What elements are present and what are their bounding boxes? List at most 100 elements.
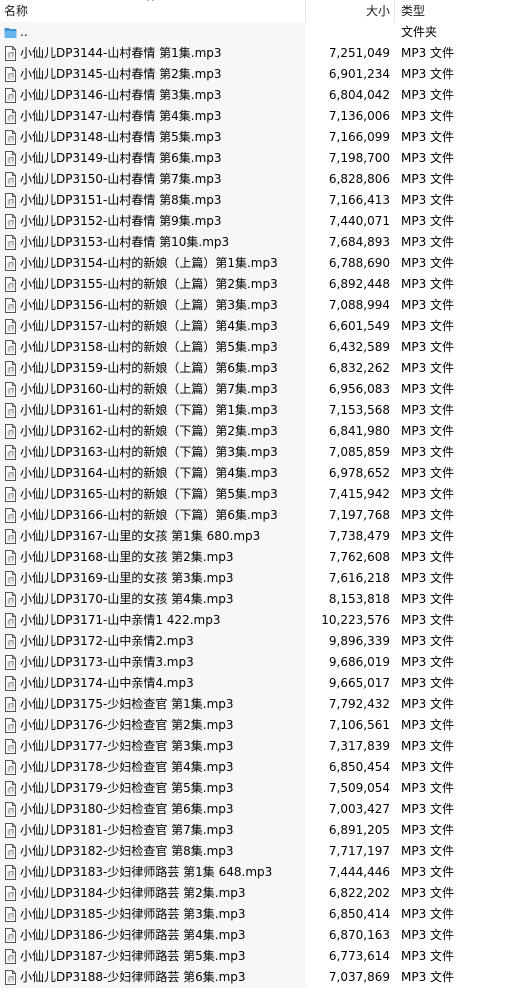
file-name: 小仙儿DP3171-山中亲情1 422.mp3 (20, 613, 221, 627)
mp3-file-icon (5, 613, 16, 628)
file-type: MP3 文件 (401, 256, 455, 270)
file-row[interactable]: 小仙儿DP3147-山村春情 第4集.mp3 7,136,006 MP3 文件 (0, 106, 506, 127)
file-row[interactable]: 小仙儿DP3158-山村的新娘（上篇）第5集.mp3 6,432,589 MP3 文… (0, 337, 506, 358)
file-row[interactable]: 小仙儿DP3165-山村的新娘（下篇）第5集.mp3 7,415,942 MP3 文… (0, 484, 506, 505)
mp3-file-icon (5, 508, 16, 523)
mp3-file-icon (5, 172, 16, 187)
parent-folder-row[interactable]: .. 文件夹 (0, 22, 506, 43)
mp3-file-icon (5, 529, 16, 544)
file-row[interactable]: 小仙儿DP3170-山里的女孩 第4集.mp3 8,153,818 MP3 文件 (0, 589, 506, 610)
file-size: 7,509,054 (328, 781, 390, 795)
file-row[interactable]: 小仙儿DP3172-山中亲情2.mp3 9,896,339 MP3 文件 (0, 631, 506, 652)
file-name: 小仙儿DP3159-山村的新娘（上篇）第6集.mp3 (20, 361, 278, 375)
file-list: .. 文件夹 小仙儿DP3144-山村春情 第1集.mp3 7,251,049 MP… (0, 22, 506, 988)
mp3-file-icon (5, 46, 16, 61)
column-header-size[interactable]: 大小 (306, 0, 394, 22)
name-cell: 小仙儿DP3188-少妇律师路芸 第6集.mp3 (0, 967, 306, 988)
name-cell: 小仙儿DP3169-山里的女孩 第3集.mp3 (0, 568, 306, 589)
file-size: 6,870,163 (328, 928, 390, 942)
file-row[interactable]: 小仙儿DP3162-山村的新娘（下篇）第2集.mp3 6,841,980 MP3 文… (0, 421, 506, 442)
file-type: MP3 文件 (401, 634, 455, 648)
file-row[interactable]: 小仙儿DP3156-山村的新娘（上篇）第3集.mp3 7,088,994 MP3 文… (0, 295, 506, 316)
name-cell: 小仙儿DP3184-少妇律师路芸 第2集.mp3 (0, 883, 306, 904)
file-row[interactable]: 小仙儿DP3188-少妇律师路芸 第6集.mp3 7,037,869 MP3 文件 (0, 967, 506, 988)
file-row[interactable]: 小仙儿DP3173-山中亲情3.mp3 9,686,019 MP3 文件 (0, 652, 506, 673)
mp3-file-icon (5, 88, 16, 103)
file-row[interactable]: 小仙儿DP3160-山村的新娘（上篇）第7集.mp3 6,956,083 MP3 文… (0, 379, 506, 400)
file-row[interactable]: 小仙儿DP3151-山村春情 第8集.mp3 7,166,413 MP3 文件 (0, 190, 506, 211)
file-row[interactable]: 小仙儿DP3152-山村春情 第9集.mp3 7,440,071 MP3 文件 (0, 211, 506, 232)
file-row[interactable]: 小仙儿DP3177-少妇检查官 第3集.mp3 7,317,839 MP3 文件 (0, 736, 506, 757)
file-row[interactable]: 小仙儿DP3149-山村春情 第6集.mp3 7,198,700 MP3 文件 (0, 148, 506, 169)
file-row[interactable]: 小仙儿DP3184-少妇律师路芸 第2集.mp3 6,822,202 MP3 文件 (0, 883, 506, 904)
file-type: MP3 文件 (401, 67, 455, 81)
file-type: MP3 文件 (401, 508, 455, 522)
file-row[interactable]: 小仙儿DP3180-少妇检查官 第6集.mp3 7,003,427 MP3 文件 (0, 799, 506, 820)
file-size: 6,850,414 (328, 907, 390, 921)
file-row[interactable]: 小仙儿DP3161-山村的新娘（下篇）第1集.mp3 7,153,568 MP3 文… (0, 400, 506, 421)
file-row[interactable]: 小仙儿DP3174-山中亲情4.mp3 9,665,017 MP3 文件 (0, 673, 506, 694)
file-row[interactable]: 小仙儿DP3175-少妇检查官 第1集.mp3 7,792,432 MP3 文件 (0, 694, 506, 715)
file-name: 小仙儿DP3167-山里的女孩 第1集 680.mp3 (20, 529, 261, 543)
file-type: MP3 文件 (401, 781, 455, 795)
file-row[interactable]: 小仙儿DP3171-山中亲情1 422.mp3 10,223,576 MP3 文件 (0, 610, 506, 631)
file-row[interactable]: 小仙儿DP3153-山村春情 第10集.mp3 7,684,893 MP3 文件 (0, 232, 506, 253)
file-name: 小仙儿DP3151-山村春情 第8集.mp3 (20, 193, 222, 207)
file-row[interactable]: 小仙儿DP3145-山村春情 第2集.mp3 6,901,234 MP3 文件 (0, 64, 506, 85)
file-row[interactable]: 小仙儿DP3150-山村春情 第7集.mp3 6,828,806 MP3 文件 (0, 169, 506, 190)
file-size: 7,762,608 (328, 550, 390, 564)
file-row[interactable]: 小仙儿DP3159-山村的新娘（上篇）第6集.mp3 6,832,262 MP3 文… (0, 358, 506, 379)
file-type: 文件夹 (401, 25, 438, 39)
file-name: 小仙儿DP3146-山村春情 第3集.mp3 (20, 88, 222, 102)
file-type: MP3 文件 (401, 823, 455, 837)
file-row[interactable]: 小仙儿DP3148-山村春情 第5集.mp3 7,166,099 MP3 文件 (0, 127, 506, 148)
file-size: 7,106,561 (328, 718, 390, 732)
file-row[interactable]: 小仙儿DP3144-山村春情 第1集.mp3 7,251,049 MP3 文件 (0, 43, 506, 64)
file-row[interactable]: 小仙儿DP3164-山村的新娘（下篇）第4集.mp3 6,978,652 MP3 文… (0, 463, 506, 484)
file-name: 小仙儿DP3160-山村的新娘（上篇）第7集.mp3 (20, 382, 278, 396)
file-size: 6,828,806 (328, 172, 390, 186)
file-row[interactable]: 小仙儿DP3154-山村的新娘（上篇）第1集.mp3 6,788,690 MP3 文… (0, 253, 506, 274)
file-type: MP3 文件 (401, 802, 455, 816)
mp3-file-icon (5, 67, 16, 82)
column-header-type[interactable]: 类型 (395, 0, 506, 22)
name-cell: 小仙儿DP3145-山村春情 第2集.mp3 (0, 64, 306, 85)
file-size: 7,317,839 (328, 739, 390, 753)
file-name: 小仙儿DP3162-山村的新娘（下篇）第2集.mp3 (20, 424, 278, 438)
file-row[interactable]: 小仙儿DP3178-少妇检查官 第4集.mp3 6,850,454 MP3 文件 (0, 757, 506, 778)
file-name: 小仙儿DP3144-山村春情 第1集.mp3 (20, 46, 222, 60)
file-row[interactable]: 小仙儿DP3163-山村的新娘（下篇）第3集.mp3 7,085,859 MP3 文… (0, 442, 506, 463)
file-row[interactable]: 小仙儿DP3155-山村的新娘（上篇）第2集.mp3 6,892,448 MP3 文… (0, 274, 506, 295)
file-row[interactable]: 小仙儿DP3166-山村的新娘（下篇）第6集.mp3 7,197,768 MP3 文… (0, 505, 506, 526)
name-cell: 小仙儿DP3165-山村的新娘（下篇）第5集.mp3 (0, 484, 306, 505)
file-row[interactable]: 小仙儿DP3182-少妇检查官 第8集.mp3 7,717,197 MP3 文件 (0, 841, 506, 862)
mp3-file-icon (5, 403, 16, 418)
file-row[interactable]: 小仙儿DP3157-山村的新娘（上篇）第4集.mp3 6,601,549 MP3 文… (0, 316, 506, 337)
file-row[interactable]: 小仙儿DP3176-少妇检查官 第2集.mp3 7,106,561 MP3 文件 (0, 715, 506, 736)
name-cell: 小仙儿DP3161-山村的新娘（下篇）第1集.mp3 (0, 400, 306, 421)
file-name: 小仙儿DP3154-山村的新娘（上篇）第1集.mp3 (20, 256, 278, 270)
name-cell: 小仙儿DP3172-山中亲情2.mp3 (0, 631, 306, 652)
file-size: 7,088,994 (328, 298, 390, 312)
file-name: 小仙儿DP3157-山村的新娘（上篇）第4集.mp3 (20, 319, 278, 333)
file-row[interactable]: 小仙儿DP3168-山里的女孩 第2集.mp3 7,762,608 MP3 文件 (0, 547, 506, 568)
file-name: 小仙儿DP3180-少妇检查官 第6集.mp3 (20, 802, 234, 816)
file-row[interactable]: 小仙儿DP3186-少妇律师路芸 第4集.mp3 6,870,163 MP3 文件 (0, 925, 506, 946)
file-size: 6,956,083 (328, 382, 390, 396)
name-cell: 小仙儿DP3171-山中亲情1 422.mp3 (0, 610, 306, 631)
file-row[interactable]: 小仙儿DP3167-山里的女孩 第1集 680.mp3 7,738,479 MP3 … (0, 526, 506, 547)
file-row[interactable]: 小仙儿DP3181-少妇检查官 第7集.mp3 6,891,205 MP3 文件 (0, 820, 506, 841)
file-row[interactable]: 小仙儿DP3146-山村春情 第3集.mp3 6,804,042 MP3 文件 (0, 85, 506, 106)
file-type: MP3 文件 (401, 172, 455, 186)
file-row[interactable]: 小仙儿DP3187-少妇律师路芸 第5集.mp3 6,773,614 MP3 文件 (0, 946, 506, 967)
file-row[interactable]: 小仙儿DP3185-少妇律师路芸 第3集.mp3 6,850,414 MP3 文件 (0, 904, 506, 925)
mp3-file-icon (5, 256, 16, 271)
mp3-file-icon (5, 718, 16, 733)
file-type: MP3 文件 (401, 403, 455, 417)
file-size: 9,686,019 (328, 655, 390, 669)
file-row[interactable]: 小仙儿DP3183-少妇律师路芸 第1集 648.mp3 7,444,446 MP3… (0, 862, 506, 883)
file-row[interactable]: 小仙儿DP3169-山里的女孩 第3集.mp3 7,616,218 MP3 文件 (0, 568, 506, 589)
file-name: 小仙儿DP3188-少妇律师路芸 第6集.mp3 (20, 970, 246, 984)
file-row[interactable]: 小仙儿DP3179-少妇检查官 第5集.mp3 7,509,054 MP3 文件 (0, 778, 506, 799)
file-size: 7,085,859 (328, 445, 390, 459)
